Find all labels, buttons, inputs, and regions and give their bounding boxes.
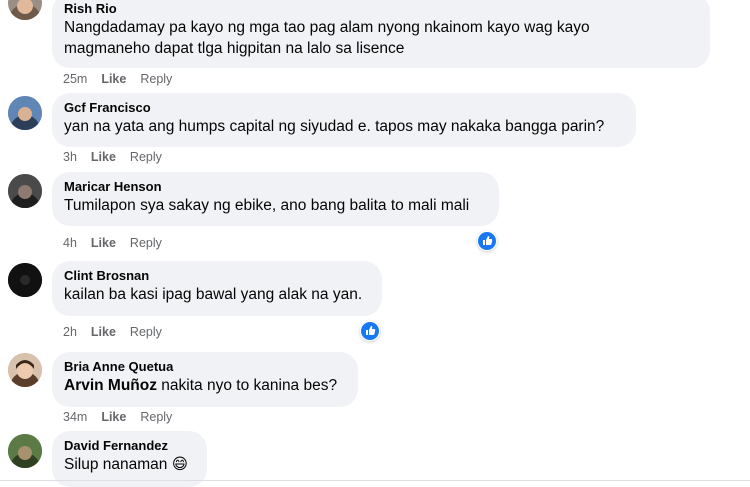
comment-text-body: Silup nanaman xyxy=(64,456,172,473)
avatar[interactable] xyxy=(8,174,42,208)
bottom-border xyxy=(0,480,750,481)
comment-actions: 4h Like Reply xyxy=(63,235,176,251)
comment-actions: 3h Like Reply xyxy=(63,149,176,165)
reply-button[interactable]: Reply xyxy=(130,236,162,250)
comment-text-line: Tumilapon sya sakay ng ebike, ano bang b… xyxy=(64,197,470,214)
reply-button[interactable]: Reply xyxy=(140,410,172,424)
like-reaction-icon xyxy=(478,232,496,250)
reply-button[interactable]: Reply xyxy=(140,72,172,86)
mention-link[interactable]: Arvin Muñoz xyxy=(64,377,157,394)
comment-text: Silup nanaman 😄 xyxy=(64,454,195,475)
grinning-emoji-icon: 😄 xyxy=(171,456,188,473)
comment-text-line: yan na yata ang humps capital ng siyudad… xyxy=(64,118,605,135)
like-button[interactable]: Like xyxy=(91,325,116,339)
comment-text-line: Nangdadamay pa kayo ng mga tao pag alam … xyxy=(64,19,590,36)
like-reaction-icon xyxy=(361,322,379,340)
comment-timestamp[interactable]: 3h xyxy=(63,150,77,164)
like-button[interactable]: Like xyxy=(91,150,116,164)
avatar[interactable] xyxy=(8,0,42,20)
like-button[interactable]: Like xyxy=(101,72,126,86)
comment-author[interactable]: Clint Brosnan xyxy=(64,268,370,284)
avatar[interactable] xyxy=(8,263,42,297)
reply-button[interactable]: Reply xyxy=(130,150,162,164)
comment-bubble: Rish Rio Nangdadamay pa kayo ng mga tao … xyxy=(52,0,710,68)
comment-bubble: Clint Brosnan kailan ba kasi ipag bawal … xyxy=(52,261,382,316)
comment-timestamp[interactable]: 34m xyxy=(63,410,87,424)
avatar[interactable] xyxy=(8,434,42,468)
comment-bubble: Maricar Henson Tumilapon sya sakay ng eb… xyxy=(52,172,499,226)
comment-text-line: kailan ba kasi ipag bawal yang alak na y… xyxy=(64,286,363,303)
comment-timestamp[interactable]: 2h xyxy=(63,325,77,339)
comment-bubble: Gcf Francisco yan na yata ang humps capi… xyxy=(52,93,636,147)
like-reaction-badge[interactable] xyxy=(477,231,497,251)
comment-author[interactable]: Maricar Henson xyxy=(64,179,487,195)
comment-text-line: magmaneho dapat tlga higpitan na lalo sa… xyxy=(64,40,405,57)
comment-actions: 25m Like Reply xyxy=(63,71,186,87)
comment-actions: 34m Like Reply xyxy=(63,409,186,425)
comment-text-body: nakita nyo to kanina bes? xyxy=(157,377,338,394)
comment-timestamp[interactable]: 25m xyxy=(63,72,87,86)
like-button[interactable]: Like xyxy=(101,410,126,424)
comment-author[interactable]: Gcf Francisco xyxy=(64,100,624,116)
avatar[interactable] xyxy=(8,96,42,130)
comment-text: Arvin Muñoz nakita nyo to kanina bes? xyxy=(64,375,346,396)
comment-timestamp[interactable]: 4h xyxy=(63,236,77,250)
comment-actions: 2h Like Reply xyxy=(63,324,176,340)
like-reaction-badge[interactable] xyxy=(360,321,380,341)
comment-author[interactable]: Rish Rio xyxy=(64,1,698,17)
comment-bubble: David Fernandez Silup nanaman 😄 xyxy=(52,431,207,487)
reply-button[interactable]: Reply xyxy=(130,325,162,339)
comment-author[interactable]: David Fernandez xyxy=(64,438,195,454)
comment-author[interactable]: Bria Anne Quetua xyxy=(64,359,346,375)
like-button[interactable]: Like xyxy=(91,236,116,250)
avatar[interactable] xyxy=(8,353,42,387)
comment-bubble: Bria Anne Quetua Arvin Muñoz nakita nyo … xyxy=(52,352,358,407)
